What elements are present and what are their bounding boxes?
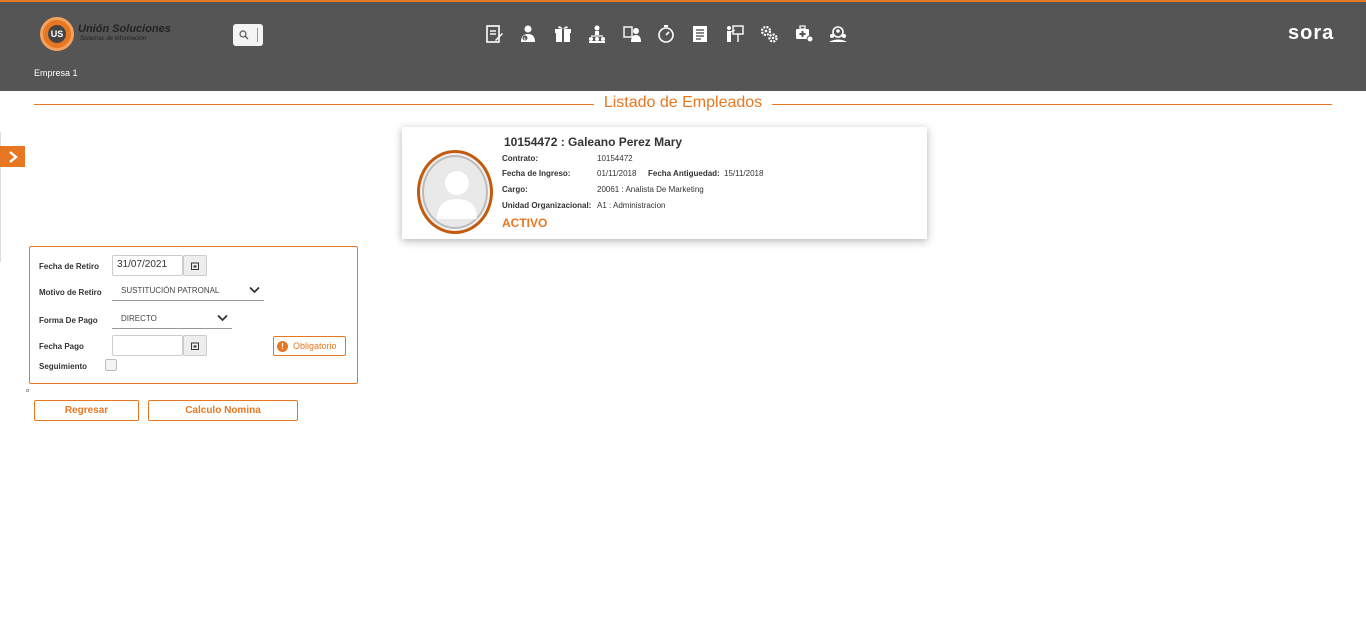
- logo-name: Unión Soluciones: [78, 23, 171, 35]
- search-icon: [239, 30, 249, 40]
- user-placeholder-icon: [437, 171, 477, 219]
- antiguedad-value: 15/11/2018: [724, 169, 764, 178]
- title-divider-right: [772, 104, 1332, 105]
- chevron-down-icon: [217, 314, 228, 322]
- info-icon: !: [277, 340, 288, 352]
- unidad-value: A1 : Administracion: [597, 201, 666, 210]
- calendar-icon: [191, 262, 199, 270]
- ingreso-value: 01/11/2018: [597, 169, 637, 178]
- motivo-retiro-value: SUSTITUCIÓN PATRONAL: [121, 286, 220, 295]
- fecha-retiro-calendar-button[interactable]: [183, 255, 207, 276]
- fecha-retiro-label: Fecha de Retiro: [39, 262, 100, 271]
- status-badge: ACTIVO: [502, 216, 548, 230]
- calculo-nomina-button[interactable]: Calculo Nomina: [148, 400, 298, 421]
- unidad-label: Unidad Organizacional:: [502, 201, 592, 210]
- page-title: Listado de Empleados: [603, 94, 763, 111]
- cargo-value: 20061 : Analista De Marketing: [597, 185, 704, 194]
- fecha-pago-input[interactable]: [112, 335, 183, 356]
- org-chart-icon[interactable]: [585, 22, 609, 46]
- search-button[interactable]: [233, 24, 263, 46]
- title-divider-left: [34, 104, 594, 105]
- calendar-icon: [191, 342, 199, 350]
- chevron-down-icon: [249, 286, 260, 294]
- contrato-value: 10154472: [597, 154, 633, 163]
- seguimiento-checkbox[interactable]: [105, 359, 117, 371]
- settings-gears-icon[interactable]: [757, 22, 781, 46]
- contrato-label: Contrato:: [502, 154, 538, 163]
- fecha-pago-calendar-button[interactable]: [183, 335, 207, 356]
- fecha-retiro-input[interactable]: 31/07/2021: [112, 255, 183, 276]
- document-edit-icon[interactable]: [482, 22, 506, 46]
- avatar-ring: [422, 155, 488, 229]
- employee-heading: 10154472 : Galeano Perez Mary: [504, 135, 683, 149]
- logo-mark: US: [40, 17, 74, 51]
- stopwatch-icon[interactable]: [654, 22, 678, 46]
- module-nav: $: [482, 22, 860, 46]
- forma-pago-value: DIRECTO: [121, 314, 157, 323]
- page-title-row: Listado de Empleados: [34, 94, 1332, 114]
- required-text: Obligatorio: [293, 341, 337, 351]
- forma-pago-label: Forma De Pago: [39, 316, 98, 325]
- report-list-icon[interactable]: [688, 22, 712, 46]
- logo-mark-text: US: [48, 25, 66, 43]
- ingreso-label: Fecha de Ingreso:: [502, 169, 571, 178]
- cargo-label: Cargo:: [502, 185, 528, 194]
- team-search-icon[interactable]: [826, 22, 850, 46]
- forma-pago-select[interactable]: DIRECTO: [112, 311, 232, 329]
- chevron-right-icon: [8, 150, 18, 163]
- motivo-retiro-select[interactable]: SUSTITUCIÓN PATRONAL: [112, 283, 264, 301]
- gift-icon[interactable]: [551, 22, 575, 46]
- employee-money-icon[interactable]: $: [516, 22, 540, 46]
- training-board-icon[interactable]: [723, 22, 747, 46]
- brand-logo: sora: [1288, 22, 1335, 44]
- app-header: US Unión Soluciones Sistemas de Informac…: [0, 2, 1366, 91]
- search-divider: [257, 28, 258, 42]
- resize-handle: [26, 389, 29, 392]
- employee-id-icon[interactable]: [620, 22, 644, 46]
- sidebar-toggle-button[interactable]: [0, 146, 25, 167]
- company-name[interactable]: Empresa 1: [34, 68, 78, 78]
- required-field-badge: ! Obligatorio: [273, 336, 346, 356]
- antiguedad-label: Fecha Antiguedad:: [648, 169, 720, 178]
- avatar: [417, 150, 493, 234]
- regresar-button[interactable]: Regresar: [34, 400, 139, 421]
- motivo-retiro-label: Motivo de Retiro: [39, 288, 102, 297]
- company-logo[interactable]: US Unión Soluciones Sistemas de Informac…: [40, 17, 171, 51]
- fecha-pago-label: Fecha Pago: [39, 342, 84, 351]
- employee-card: 10154472 : Galeano Perez Mary Contrato: …: [402, 127, 927, 239]
- health-insurance-icon[interactable]: [792, 22, 816, 46]
- retiro-form: Fecha de Retiro 31/07/2021 Motivo de Ret…: [29, 246, 358, 384]
- logo-tagline: Sistemas de Información: [80, 36, 147, 42]
- seguimiento-label: Seguimiento: [39, 362, 88, 371]
